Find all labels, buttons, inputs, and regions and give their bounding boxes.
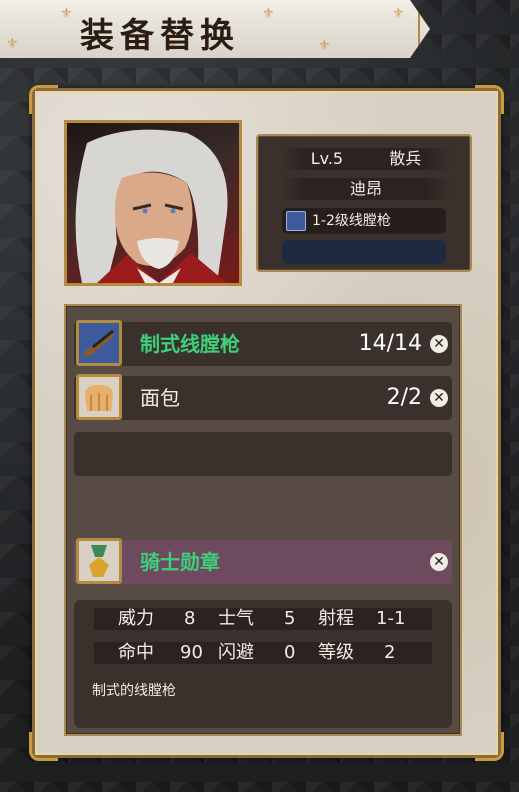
fleur-icon: ⚜: [60, 6, 73, 22]
stat-label: 射程: [318, 608, 354, 629]
item-stats-box: 威力 8 士气 5 射程 1-1 命中 90 闪避 0 等级 2 制式的线膛枪: [74, 600, 452, 728]
item-name: 制式线膛枪: [140, 332, 240, 356]
stat-label: 命中: [118, 642, 154, 663]
equipment-slot-bread[interactable]: 面包 2/2 ✕: [74, 374, 452, 420]
stat-value: 8: [184, 608, 196, 629]
remove-item-button[interactable]: ✕: [430, 553, 448, 571]
hero-portrait: [64, 120, 242, 286]
item-name: 面包: [140, 386, 180, 410]
stat-value: 90: [180, 642, 203, 663]
equipment-slot-rifle[interactable]: 制式线膛枪 14/14 ✕: [74, 320, 452, 366]
banner-edge: [400, 6, 420, 52]
remove-item-button[interactable]: ✕: [430, 389, 448, 407]
hero-empty-slot: [282, 240, 446, 264]
bread-icon: [76, 374, 122, 420]
medal-name: 骑士勋章: [140, 550, 220, 574]
rifle-icon: [76, 320, 122, 366]
hero-level: Lv.5: [310, 149, 344, 168]
remove-item-button[interactable]: ✕: [430, 335, 448, 353]
hero-info-card: Lv.5 散兵 迪昂 1-2级线膛枪: [256, 134, 472, 272]
stat-value: 0: [284, 642, 296, 663]
corner-ornament: [475, 85, 504, 114]
fleur-icon: ⚜: [6, 36, 19, 52]
hero-face-icon: [75, 129, 228, 283]
medal-icon: [76, 538, 122, 584]
item-description: 制式的线膛枪: [92, 683, 176, 699]
empty-equipment-slot[interactable]: [74, 432, 452, 476]
fleur-icon: ⚜: [318, 38, 331, 54]
stat-value: 1-1: [376, 608, 406, 629]
stat-label: 闪避: [218, 642, 254, 663]
corner-ornament: [29, 85, 58, 114]
hero-class: 散兵: [389, 149, 422, 168]
page-title: 装备替换: [80, 16, 240, 56]
level-class-row: Lv.5 散兵: [282, 148, 450, 170]
stats-row-2: 命中 90 闪避 0 等级 2: [74, 640, 452, 666]
stats-row-1: 威力 8 士气 5 射程 1-1: [74, 606, 452, 632]
equipment-slot-medal[interactable]: 骑士勋章 ✕: [74, 538, 452, 584]
item-count: 14/14: [358, 331, 422, 356]
corner-ornament: [475, 732, 504, 761]
stat-value: 5: [284, 608, 296, 629]
item-count: 2/2: [386, 385, 422, 410]
title-banner: ⚜ ⚜ ⚜ ⚜ ⚜ ⚜ 装备替换: [0, 0, 430, 58]
stat-label: 威力: [118, 608, 154, 629]
corner-ornament: [29, 732, 58, 761]
hero-name: 迪昂: [282, 178, 450, 200]
stat-label: 士气: [218, 608, 254, 629]
hero-weapon: 1-2级线膛枪: [312, 213, 391, 229]
rifle-icon: [286, 211, 306, 231]
stat-label: 等级: [318, 642, 354, 663]
stat-value: 2: [384, 642, 396, 663]
fleur-icon: ⚜: [262, 6, 275, 22]
equipment-panel: 制式线膛枪 14/14 ✕ 面包 2/2 ✕ 骑士勋章 ✕ 威力 8 士气 5 …: [64, 304, 462, 736]
hero-weapon-row: 1-2级线膛枪: [282, 208, 446, 234]
